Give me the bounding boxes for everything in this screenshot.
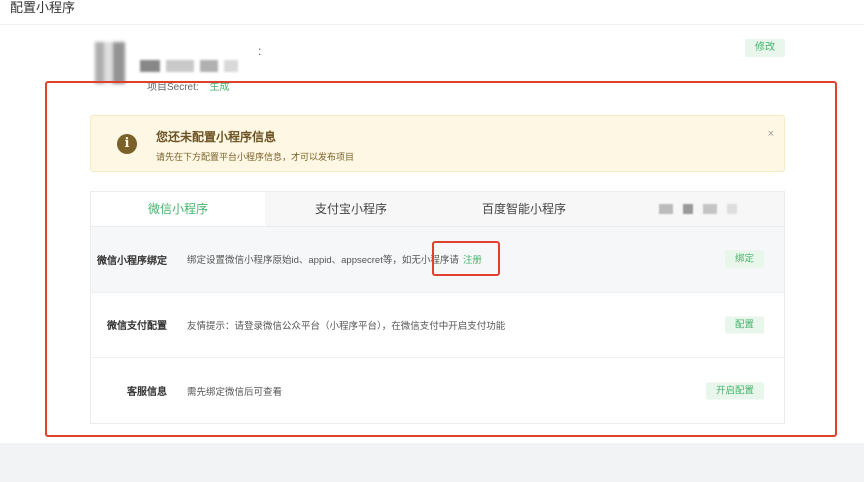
page-title: 配置小程序: [10, 0, 76, 15]
divider: [0, 24, 864, 25]
app-name-colon: :: [258, 44, 262, 58]
footer-band: [0, 443, 864, 482]
app-avatar-redacted: [95, 42, 125, 84]
edit-button[interactable]: 修改: [745, 39, 785, 57]
app-name-redacted: [140, 60, 265, 74]
annotation-register-highlight: [432, 241, 500, 276]
